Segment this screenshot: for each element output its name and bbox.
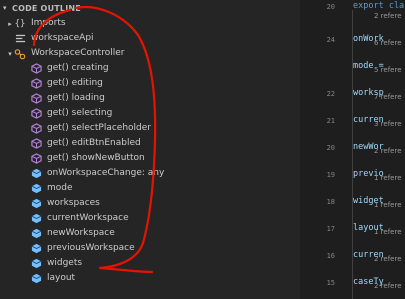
outline-item[interactable]: widgets	[0, 256, 300, 271]
references-codelens[interactable]: 2 refere	[374, 282, 402, 290]
line-number: 24	[326, 36, 335, 44]
line-number: 22	[326, 90, 335, 98]
line-number: 21	[326, 117, 335, 125]
outline-item-label: layout	[47, 273, 76, 283]
outline-item-label: get() editBtnEnabled	[47, 138, 141, 148]
method-icon	[30, 153, 42, 165]
line-number: 19	[326, 171, 335, 179]
outline-item-label: get() selecting	[47, 108, 113, 118]
line-number: 16	[326, 252, 335, 260]
outline-item-label: get() selectPlaceholder	[47, 123, 151, 133]
outline-item[interactable]: previousWorkspace	[0, 241, 300, 256]
outline-item-label: widgets	[47, 258, 83, 268]
references-codelens[interactable]: 1 refere	[374, 201, 402, 209]
outline-item[interactable]: ▸{} Imports	[0, 16, 300, 31]
outline-title: CODE OUTLINE	[12, 3, 81, 13]
outline-item-label: mode	[47, 183, 73, 193]
method-icon	[30, 108, 42, 120]
outline-item-label: get() editing	[47, 78, 103, 88]
collapse-chevron-icon[interactable]: ▾	[3, 4, 12, 12]
references-codelens[interactable]: 3 refere	[374, 120, 402, 128]
property-icon	[30, 243, 42, 255]
outline-item[interactable]: get() selectPlaceholder	[0, 121, 300, 136]
outline-item[interactable]: get() editing	[0, 76, 300, 91]
outline-item-label: workspaceApi	[31, 33, 94, 43]
property-icon	[30, 228, 42, 240]
outline-item[interactable]: currentWorkspace	[0, 211, 300, 226]
variable-icon	[14, 33, 26, 45]
outline-item[interactable]: layout	[0, 271, 300, 286]
outline-item-label: currentWorkspace	[47, 213, 129, 223]
method-icon	[30, 138, 42, 150]
outline-item-label: get() loading	[47, 93, 105, 103]
line-number: 18	[326, 198, 335, 206]
outline-item[interactable]: mode	[0, 181, 300, 196]
references-codelens[interactable]: 2 refere	[374, 255, 402, 263]
method-icon	[30, 78, 42, 90]
method-icon	[30, 63, 42, 75]
outline-item[interactable]: get() loading	[0, 91, 300, 106]
method-icon	[30, 123, 42, 135]
references-codelens[interactable]: 2 refere	[374, 12, 402, 20]
class-icon	[14, 48, 26, 60]
code-line[interactable]: export cla	[353, 1, 404, 11]
references-codelens[interactable]: 1 refere	[374, 228, 402, 236]
outline-header[interactable]: ▾ CODE OUTLINE	[0, 0, 300, 16]
braces-icon: {}	[14, 18, 26, 29]
outline-item-label: Imports	[31, 18, 66, 28]
outline-item[interactable]: workspaceApi	[0, 31, 300, 46]
outline-item[interactable]: onWorkspaceChange: any	[0, 166, 300, 181]
property-icon	[30, 198, 42, 210]
outline-item[interactable]: get() editBtnEnabled	[0, 136, 300, 151]
outline-item-label: newWorkspace	[47, 228, 115, 238]
property-icon	[30, 183, 42, 195]
outline-item[interactable]: get() showNewButton	[0, 151, 300, 166]
code-editor[interactable]: 20 24 22 21 20 19 18 17 16 15 export cla onWork mode…	[300, 0, 405, 299]
line-number: 20	[326, 3, 335, 11]
references-codelens[interactable]: 2 refere	[374, 147, 402, 155]
property-icon	[30, 213, 42, 225]
expand-chevron-icon[interactable]: ▾	[6, 50, 14, 58]
outline-item-label: workspaces	[47, 198, 100, 208]
outline-item[interactable]: get() creating	[0, 61, 300, 76]
outline-item[interactable]: get() selecting	[0, 106, 300, 121]
outline-item-label: get() creating	[47, 63, 109, 73]
references-codelens[interactable]: 7 refere	[374, 93, 402, 101]
outline-item-label: get() showNewButton	[47, 153, 145, 163]
outline-item-label: onWorkspaceChange: any	[47, 168, 165, 178]
line-number: 17	[326, 225, 335, 233]
references-codelens[interactable]: 5 refere	[374, 66, 402, 74]
outline-item-label: previousWorkspace	[47, 243, 135, 253]
outline-item[interactable]: newWorkspace	[0, 226, 300, 241]
outline-item[interactable]: workspaces	[0, 196, 300, 211]
property-icon	[30, 273, 42, 285]
property-icon	[30, 258, 42, 270]
code-outline-panel: ▾ CODE OUTLINE ▸{} Imports workspaceApi ▾ Wo…	[0, 0, 300, 299]
line-number: 15	[326, 279, 335, 287]
references-codelens[interactable]: 1 refere	[374, 174, 402, 182]
outline-item-label: WorkspaceController	[31, 48, 125, 58]
expand-chevron-icon[interactable]: ▸	[6, 20, 14, 28]
method-icon	[30, 93, 42, 105]
outline-item[interactable]: ▾ WorkspaceController	[0, 46, 300, 61]
line-number: 20	[326, 144, 335, 152]
references-codelens[interactable]: 6 refere	[374, 39, 402, 47]
property-icon	[30, 168, 42, 180]
